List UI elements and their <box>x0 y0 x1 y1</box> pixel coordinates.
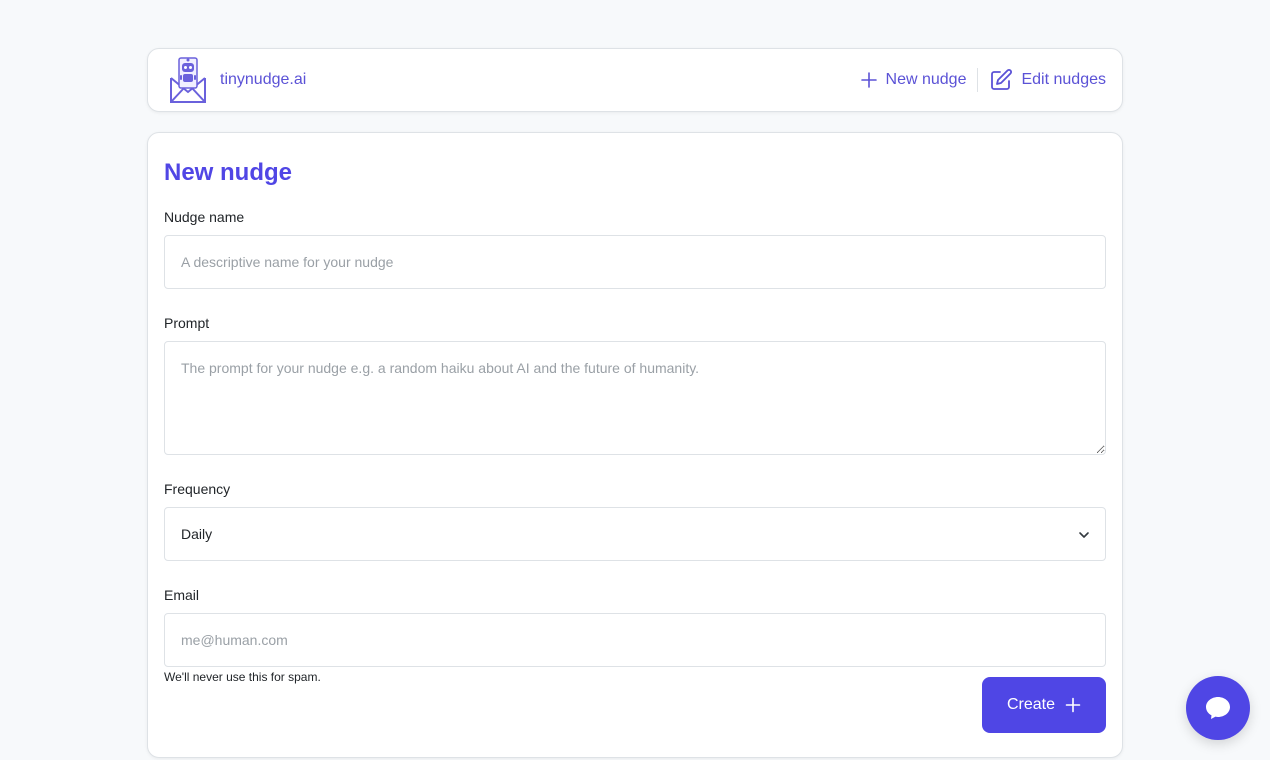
robot-envelope-icon <box>170 57 206 103</box>
new-nudge-label: New nudge <box>885 71 967 88</box>
prompt-label: Prompt <box>164 315 210 331</box>
new-nudge-card: New nudge Nudge name Prompt Frequency Da… <box>147 132 1123 758</box>
top-navbar: tinynudge.ai New nudge Edit nudges <box>147 48 1123 112</box>
plus-icon <box>860 72 877 88</box>
frequency-group: Frequency Daily <box>164 481 1106 561</box>
edit-icon <box>991 69 1013 90</box>
frequency-value: Daily <box>181 526 213 542</box>
nav-links: New nudge Edit nudges <box>849 49 1106 111</box>
nudge-name-input[interactable] <box>164 235 1106 289</box>
frequency-select[interactable]: Daily <box>164 507 1106 561</box>
chevron-down-icon <box>1079 532 1089 538</box>
email-group: Email We'll never use this for spam. <box>164 587 1106 684</box>
nudge-name-label: Nudge name <box>164 209 245 225</box>
frequency-label: Frequency <box>164 481 231 497</box>
brand-name: tinynudge.ai <box>220 71 307 88</box>
email-help-text: We'll never use this for spam. <box>164 670 321 684</box>
name-group: Nudge name <box>164 209 1106 289</box>
create-button-label: Create <box>1006 696 1056 713</box>
chat-launcher-button[interactable] <box>1186 676 1250 740</box>
create-button[interactable]: Create <box>982 677 1106 733</box>
page-title: New nudge <box>164 159 293 186</box>
brand-link[interactable]: tinynudge.ai <box>168 56 306 104</box>
edit-nudges-label: Edit nudges <box>1021 71 1106 88</box>
chat-bubble-icon <box>1206 697 1230 719</box>
email-input[interactable] <box>164 613 1106 667</box>
edit-nudges-link[interactable]: Edit nudges <box>978 68 1106 92</box>
plus-icon <box>1065 697 1081 713</box>
new-nudge-link[interactable]: New nudge <box>849 71 978 89</box>
prompt-group: Prompt <box>164 315 1106 455</box>
email-label: Email <box>164 587 200 603</box>
prompt-textarea[interactable] <box>164 341 1106 455</box>
